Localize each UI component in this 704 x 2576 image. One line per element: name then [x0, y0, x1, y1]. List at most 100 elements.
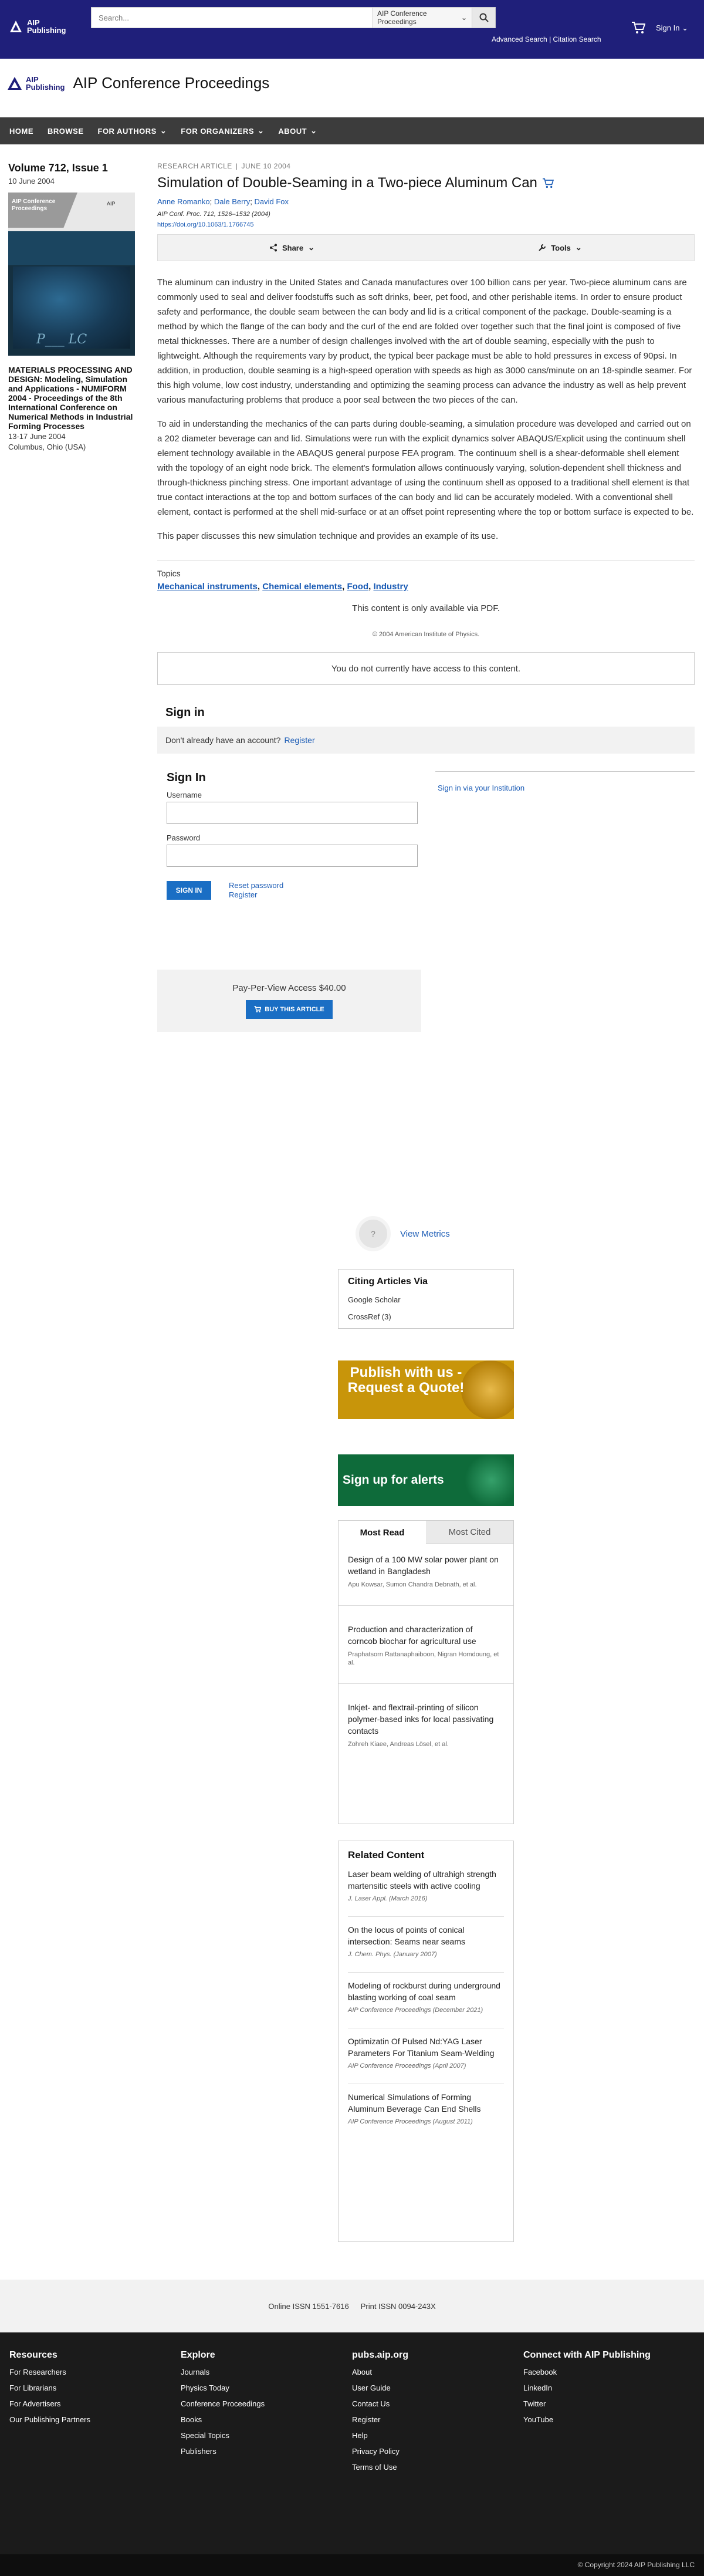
- abstract-paragraph: This paper discusses this new simulation…: [157, 531, 499, 541]
- footer-link[interactable]: Terms of Use: [352, 2463, 408, 2472]
- search-scope-value: AIP Conference Proceedings: [377, 9, 427, 26]
- topic-link[interactable]: Industry: [373, 582, 408, 592]
- footer-link[interactable]: For Advertisers: [9, 2399, 90, 2408]
- journal-title[interactable]: AIP Conference Proceedings: [73, 74, 269, 92]
- conference-title[interactable]: MATERIALS PROCESSING AND DESIGN: Modelin…: [8, 365, 137, 431]
- footer-link[interactable]: User Guide: [352, 2383, 408, 2392]
- related-title[interactable]: Optimizatin Of Pulsed Nd:YAG Laser Param…: [348, 2035, 504, 2059]
- list-item: On the locus of points of conical inters…: [348, 1917, 504, 1973]
- footer-link[interactable]: Register: [352, 2415, 408, 2424]
- tools-button[interactable]: Tools ⌄: [426, 243, 694, 252]
- footer-link[interactable]: Publishers: [181, 2447, 265, 2456]
- footer-heading: Explore: [181, 2350, 215, 2360]
- publish-with-us-banner[interactable]: Publish with us - Request a Quote!: [338, 1360, 514, 1419]
- search-scope-select[interactable]: AIP Conference Proceedings ⌄: [372, 8, 472, 28]
- related-title[interactable]: Numerical Simulations of Forming Aluminu…: [348, 2091, 504, 2115]
- most-read-title[interactable]: Inkjet- and flextrail-printing of silico…: [348, 1701, 504, 1737]
- related-source: AIP Conference Proceedings (August 2011): [348, 2118, 473, 2125]
- volume-issue[interactable]: Volume 712, Issue 1: [8, 162, 137, 174]
- linkedin-link[interactable]: LinkedIn: [523, 2383, 651, 2392]
- author-separator: ;: [209, 197, 214, 206]
- cart-button[interactable]: [631, 21, 646, 37]
- nav-label: FOR ORGANIZERS: [181, 126, 254, 136]
- citation-line: AIP Conf. Proc. 712, 1526–1532 (2004): [157, 211, 270, 218]
- brand-logo-line-2: Publishing: [26, 82, 65, 92]
- buy-article-button[interactable]: BUY THIS ARTICLE: [246, 1000, 333, 1019]
- advanced-search-link[interactable]: Advanced Search: [492, 35, 547, 43]
- alerts-banner-text: Sign up for alerts: [343, 1473, 444, 1487]
- youtube-link[interactable]: YouTube: [523, 2415, 651, 2424]
- author-list: Anne Romanko; Dale Berry; David Fox: [157, 197, 695, 206]
- list-item: Modeling of rockburst during underground…: [348, 1973, 504, 2028]
- sign-in-submit-button[interactable]: SIGN IN: [167, 881, 211, 900]
- tab-most-read[interactable]: Most Read: [339, 1521, 426, 1544]
- footer-link[interactable]: Special Topics: [181, 2431, 265, 2440]
- author-link[interactable]: Dale Berry: [214, 197, 250, 206]
- topic-link[interactable]: Mechanical instruments: [157, 582, 258, 592]
- author-link[interactable]: Anne Romanko: [157, 197, 210, 206]
- nav-home[interactable]: HOME: [9, 127, 33, 136]
- footer-link[interactable]: Privacy Policy: [352, 2447, 408, 2456]
- author-link[interactable]: David Fox: [255, 197, 289, 206]
- issue-cover-image[interactable]: AIP Conference Proceedings AIP P___ LC: [8, 193, 135, 356]
- footer-link[interactable]: Our Publishing Partners: [9, 2415, 90, 2424]
- footer-link[interactable]: Help: [352, 2431, 408, 2440]
- footer-link[interactable]: About: [352, 2368, 408, 2376]
- related-title[interactable]: Laser beam welding of ultrahigh strength…: [348, 1868, 504, 1892]
- footer-link[interactable]: Books: [181, 2415, 265, 2424]
- crossref-link[interactable]: CrossRef (3): [348, 1312, 504, 1321]
- most-read-title[interactable]: Design of a 100 MW solar power plant on …: [348, 1554, 504, 1577]
- share-button[interactable]: Share ⌄: [158, 243, 426, 252]
- twitter-link[interactable]: Twitter: [523, 2399, 651, 2408]
- search-button[interactable]: [472, 8, 495, 28]
- institution-sign-in-link[interactable]: Sign in via your Institution: [438, 784, 524, 792]
- aip-publishing-logo[interactable]: AIP Publishing: [7, 76, 65, 91]
- related-content-box: Related Content Laser beam welding of ul…: [338, 1841, 514, 2242]
- nav-label: FOR AUTHORS: [97, 126, 157, 136]
- online-issn: Online ISSN 1551-7616: [268, 2301, 349, 2311]
- view-metrics-link[interactable]: View Metrics: [400, 1229, 450, 1239]
- footer-link[interactable]: Journals: [181, 2368, 265, 2376]
- chevron-down-icon: ⌄: [461, 13, 467, 22]
- google-scholar-link[interactable]: Google Scholar: [348, 1295, 504, 1304]
- topic-link[interactable]: Food: [347, 582, 368, 592]
- citation-search-link[interactable]: Citation Search: [553, 35, 601, 43]
- related-title[interactable]: On the locus of points of conical inters…: [348, 1924, 504, 1947]
- footer-link[interactable]: Physics Today: [181, 2383, 265, 2392]
- footer-link[interactable]: Contact Us: [352, 2399, 408, 2408]
- username-field[interactable]: [167, 802, 418, 824]
- footer-connect: Connect with AIP Publishing Facebook Lin…: [523, 2350, 651, 2424]
- aip-logo-icon: [10, 21, 22, 32]
- nav-browse[interactable]: BROWSE: [48, 127, 84, 136]
- aip-logo[interactable]: AIP Publishing: [9, 19, 66, 34]
- nav-label: BROWSE: [48, 126, 84, 136]
- doi-link[interactable]: https://doi.org/10.1063/1.1766745: [157, 221, 254, 228]
- register-link[interactable]: Register: [229, 890, 283, 900]
- password-field[interactable]: [167, 845, 418, 867]
- tab-most-cited[interactable]: Most Cited: [426, 1521, 513, 1544]
- facebook-link[interactable]: Facebook: [523, 2368, 651, 2376]
- footer-link[interactable]: Conference Proceedings: [181, 2399, 265, 2408]
- nav-for-authors[interactable]: FOR AUTHORS ⌄: [98, 126, 167, 136]
- cover-title: AIP Conference Proceedings: [12, 198, 56, 212]
- related-source: AIP Conference Proceedings (April 2007): [348, 2062, 466, 2069]
- register-link[interactable]: Register: [284, 735, 314, 745]
- sign-in-menu[interactable]: Sign In ⌄: [656, 23, 688, 33]
- nav-for-organizers[interactable]: FOR ORGANIZERS ⌄: [181, 126, 264, 136]
- cart-icon[interactable]: [542, 178, 554, 188]
- footer-link[interactable]: For Researchers: [9, 2368, 90, 2376]
- reset-password-link[interactable]: Reset password: [229, 881, 283, 890]
- topic-link[interactable]: Chemical elements: [262, 582, 342, 592]
- most-read-title[interactable]: Production and characterization of cornc…: [348, 1623, 504, 1647]
- article-copyright: © 2004 American Institute of Physics.: [372, 631, 480, 638]
- related-heading: Related Content: [348, 1849, 425, 1861]
- related-title[interactable]: Modeling of rockburst during underground…: [348, 1980, 504, 2003]
- buy-article-label: BUY THIS ARTICLE: [265, 1005, 324, 1013]
- altmetric-badge[interactable]: ?: [356, 1216, 391, 1251]
- footer-link[interactable]: For Librarians: [9, 2383, 90, 2392]
- nav-about[interactable]: ABOUT ⌄: [278, 126, 317, 136]
- search-input[interactable]: [92, 8, 372, 28]
- sign-up-alerts-banner[interactable]: Sign up for alerts: [338, 1454, 514, 1506]
- print-issn: Print ISSN 0094-243X: [360, 2301, 436, 2311]
- topic-separator: ,: [257, 582, 263, 592]
